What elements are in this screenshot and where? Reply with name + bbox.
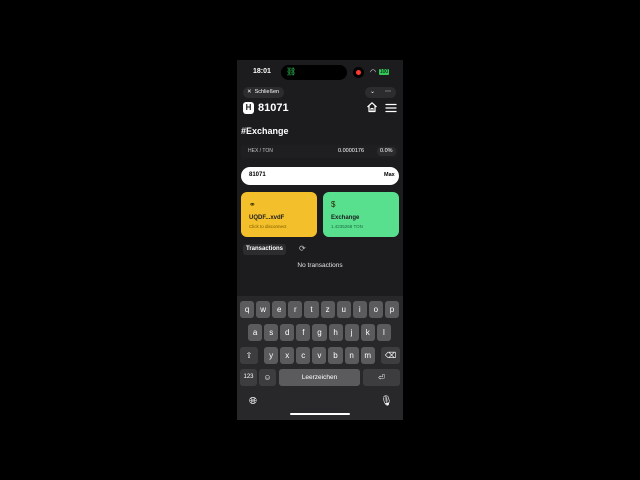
pair-price: 0.0000176: [338, 148, 364, 154]
status-bar: 18:01 ⛓ ◠ 100: [237, 60, 403, 84]
key-g[interactable]: g: [312, 324, 327, 341]
key-c[interactable]: c: [296, 347, 311, 364]
refresh-icon[interactable]: ⟳: [299, 244, 306, 253]
dollar-icon: $: [331, 200, 336, 209]
balance-title: 81071: [258, 102, 289, 114]
numbers-key[interactable]: 123: [240, 369, 257, 386]
key-u[interactable]: u: [336, 301, 351, 318]
dynamic-island: ⛓: [281, 65, 347, 80]
space-key[interactable]: Leerzeichen: [279, 369, 360, 386]
phone-screen: 18:01 ⛓ ◠ 100 ✕ Schließen ⌄ ⋯ H 81071 #E…: [237, 60, 403, 420]
amount-input[interactable]: 81071 Max: [241, 167, 399, 185]
key-n[interactable]: n: [344, 347, 359, 364]
key-y[interactable]: y: [264, 347, 279, 364]
key-z[interactable]: z: [320, 301, 335, 318]
key-d[interactable]: d: [280, 324, 295, 341]
emoji-key[interactable]: ☺: [259, 369, 276, 386]
key-a[interactable]: a: [248, 324, 263, 341]
chevron-down-icon[interactable]: ⌄: [370, 87, 375, 98]
return-key[interactable]: ⏎: [363, 369, 400, 386]
exchange-balance: 1.4235268 TON: [331, 224, 363, 229]
menu-icon[interactable]: [385, 103, 397, 113]
key-p[interactable]: p: [384, 301, 400, 318]
key-t[interactable]: t: [304, 301, 319, 318]
wallet-disconnect-hint: Click to disconnect: [249, 224, 287, 229]
link-icon: ⛓: [286, 67, 297, 76]
recording-indicator-icon: [353, 67, 364, 78]
key-i[interactable]: i: [352, 301, 367, 318]
key-f[interactable]: f: [296, 324, 311, 341]
key-m[interactable]: m: [360, 347, 375, 364]
webview-controls: ⌄ ⋯: [365, 87, 396, 98]
key-o[interactable]: o: [368, 301, 383, 318]
key-l[interactable]: l: [376, 324, 391, 341]
key-k[interactable]: k: [360, 324, 375, 341]
keyboard: ⇧ ⌫ 123 ☺ Leerzeichen ⏎ qwertzuiop asdfgh…: [237, 296, 403, 420]
key-e[interactable]: e: [272, 301, 287, 318]
transactions-tab[interactable]: Transactions: [243, 244, 287, 255]
wallet-card[interactable]: ⚭ UQDF...xvdF Click to disconnect: [241, 192, 317, 237]
microphone-icon[interactable]: 🎙︎: [380, 396, 393, 407]
max-button[interactable]: Max: [384, 172, 395, 178]
wallet-connect-icon: ⚭: [249, 200, 256, 209]
key-v[interactable]: v: [312, 347, 327, 364]
key-x[interactable]: x: [280, 347, 295, 364]
page-title: #Exchange: [241, 126, 289, 136]
more-icon[interactable]: ⋯: [385, 87, 391, 98]
empty-state-text: No transactions: [297, 262, 343, 269]
home-icon[interactable]: [366, 101, 378, 113]
status-time: 18:01: [253, 68, 271, 75]
key-q[interactable]: q: [240, 301, 255, 318]
battery-icon: 100: [379, 69, 389, 75]
key-r[interactable]: r: [288, 301, 303, 318]
close-label: Schließen: [254, 89, 280, 95]
key-w[interactable]: w: [256, 301, 271, 318]
key-b[interactable]: b: [328, 347, 343, 364]
exchange-title: Exchange: [331, 215, 360, 221]
key-j[interactable]: j: [344, 324, 359, 341]
close-button[interactable]: ✕ Schließen: [243, 87, 285, 98]
pair-label: HEX / TON: [248, 148, 273, 154]
pair-row: HEX / TON 0.0000176 0.0%: [241, 145, 398, 158]
wifi-icon: ◠: [370, 69, 377, 76]
pair-change-badge: 0.0%: [377, 147, 396, 156]
backspace-key[interactable]: ⌫: [381, 347, 400, 364]
globe-icon[interactable]: 🌐︎: [249, 396, 257, 407]
key-h[interactable]: h: [328, 324, 343, 341]
app-logo: H: [243, 102, 254, 114]
exchange-card[interactable]: $ Exchange 1.4235268 TON: [323, 192, 399, 237]
shift-key[interactable]: ⇧: [240, 347, 258, 364]
home-indicator: [290, 413, 350, 415]
amount-value: 81071: [249, 172, 266, 178]
wallet-address: UQDF...xvdF: [249, 215, 285, 221]
key-s[interactable]: s: [264, 324, 279, 341]
close-icon: ✕: [247, 89, 252, 95]
